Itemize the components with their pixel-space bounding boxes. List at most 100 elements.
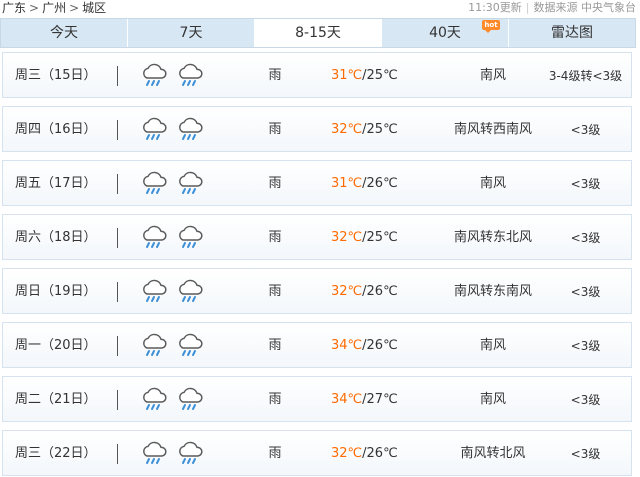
weather-condition: 雨 — [268, 338, 282, 353]
temperature: 32℃/26℃ — [331, 431, 398, 477]
low-temp: /25℃ — [362, 68, 398, 83]
rain-cloud-icon — [175, 386, 205, 412]
tab-label: 今天 — [50, 25, 78, 41]
wind-level: <3级 — [570, 123, 601, 137]
weather-condition: 雨 — [268, 446, 282, 461]
weather-icons — [139, 170, 205, 196]
rain-cloud-icon — [175, 170, 205, 196]
rain-cloud-icon — [139, 224, 169, 250]
breadcrumb-province[interactable]: 广东 — [2, 1, 26, 15]
divider — [117, 444, 118, 464]
rain-cloud-icon — [139, 332, 169, 358]
tab-label: 8-15天 — [295, 25, 341, 41]
meta-divider: | — [525, 1, 530, 14]
data-source: 数据来源 中央气象台 — [533, 1, 637, 14]
wind-level: 3-4级转<3级 — [548, 69, 623, 83]
weather-condition: 雨 — [268, 176, 282, 191]
forecast-day: 周一（20日） — [15, 338, 97, 353]
divider — [117, 174, 118, 194]
breadcrumb-district[interactable]: 城区 — [82, 1, 106, 15]
weather-icons — [139, 224, 205, 250]
weather-icons — [139, 278, 205, 304]
low-temp: /26℃ — [362, 338, 398, 353]
rain-cloud-icon — [175, 116, 205, 142]
top-bar: 广东 > 广州 > 城区 11:30更新 | 数据来源 中央气象台 — [0, 0, 640, 16]
wind-level: <3级 — [570, 393, 601, 407]
low-temp: /25℃ — [362, 230, 398, 245]
high-temp: 32℃ — [331, 284, 363, 299]
weather-icons — [139, 386, 205, 412]
weather-condition: 雨 — [268, 122, 282, 137]
high-temp: 34℃ — [331, 338, 363, 353]
high-temp: 32℃ — [331, 446, 363, 461]
rain-cloud-icon — [175, 62, 205, 88]
forecast-tabs: 今天 7天 8-15天 40天 hot 雷达图 — [0, 18, 636, 48]
divider — [117, 336, 118, 356]
rain-cloud-icon — [139, 440, 169, 466]
low-temp: /26℃ — [362, 284, 398, 299]
rain-cloud-icon — [175, 224, 205, 250]
forecast-row: 周二（21日） 雨 34℃/27℃ 南风 <3级 — [2, 376, 632, 422]
weather-icons — [139, 440, 205, 466]
forecast-day: 周四（16日） — [15, 122, 97, 137]
weather-condition: 雨 — [268, 230, 282, 245]
high-temp: 32℃ — [331, 230, 363, 245]
rain-cloud-icon — [139, 170, 169, 196]
forecast-row: 周四（16日） 雨 32℃/25℃ 南风转西南风 <3级 — [2, 106, 632, 152]
breadcrumb-city[interactable]: 广州 — [42, 1, 66, 15]
tab-today[interactable]: 今天 — [1, 19, 128, 47]
divider — [117, 282, 118, 302]
tab-label: 雷达图 — [551, 25, 593, 41]
weather-condition: 雨 — [268, 68, 282, 83]
tab-label: 40天 — [429, 25, 461, 41]
tab-8-15-days[interactable]: 8-15天 — [255, 19, 382, 47]
low-temp: /25℃ — [362, 122, 398, 137]
rain-cloud-icon — [175, 332, 205, 358]
temperature: 32℃/25℃ — [331, 215, 398, 261]
wind-level: <3级 — [570, 231, 601, 245]
weather-condition: 雨 — [268, 392, 282, 407]
forecast-row: 周五（17日） 雨 31℃/26℃ 南风 <3级 — [2, 160, 632, 206]
divider — [117, 120, 118, 140]
forecast-day: 周六（18日） — [15, 230, 97, 245]
forecast-row: 周三（22日） 雨 32℃/26℃ 南风转北风 <3级 — [2, 430, 632, 476]
rain-cloud-icon — [139, 62, 169, 88]
weather-icons — [139, 62, 205, 88]
forecast-day: 周三（22日） — [15, 446, 97, 461]
tab-40-days[interactable]: 40天 hot — [382, 19, 509, 47]
forecast-row: 周三（15日） 雨 31℃/25℃ 南风 3-4级转<3级 — [2, 52, 632, 98]
forecast-row: 周日（19日） 雨 32℃/26℃ 南风转东南风 <3级 — [2, 268, 632, 314]
wind-level: <3级 — [570, 285, 601, 299]
update-meta: 11:30更新 | 数据来源 中央气象台 — [468, 0, 636, 16]
temperature: 32℃/25℃ — [331, 107, 398, 153]
weather-icons — [139, 332, 205, 358]
low-temp: /26℃ — [362, 446, 398, 461]
forecast-day: 周日（19日） — [15, 284, 97, 299]
divider — [117, 66, 118, 86]
breadcrumb-separator: > — [69, 1, 80, 15]
wind-level: <3级 — [570, 339, 601, 353]
forecast-day: 周五（17日） — [15, 176, 97, 191]
update-time: 11:30更新 — [468, 1, 522, 14]
rain-cloud-icon — [139, 386, 169, 412]
high-temp: 34℃ — [331, 392, 363, 407]
forecast-day: 周二（21日） — [15, 392, 97, 407]
tab-label: 7天 — [179, 25, 203, 41]
divider — [117, 228, 118, 248]
rain-cloud-icon — [139, 116, 169, 142]
temperature: 34℃/26℃ — [331, 323, 398, 369]
forecast-row: 周六（18日） 雨 32℃/25℃ 南风转东北风 <3级 — [2, 214, 632, 260]
wind-level: <3级 — [570, 177, 601, 191]
temperature: 32℃/26℃ — [331, 269, 398, 315]
high-temp: 31℃ — [331, 176, 363, 191]
temperature: 31℃/25℃ — [331, 53, 398, 99]
breadcrumb: 广东 > 广州 > 城区 — [2, 0, 106, 16]
tab-7-days[interactable]: 7天 — [128, 19, 255, 47]
tab-radar[interactable]: 雷达图 — [509, 19, 635, 47]
temperature: 34℃/27℃ — [331, 377, 398, 423]
temperature: 31℃/26℃ — [331, 161, 398, 207]
rain-cloud-icon — [175, 440, 205, 466]
breadcrumb-separator: > — [29, 1, 40, 15]
high-temp: 31℃ — [331, 68, 363, 83]
low-temp: /27℃ — [362, 392, 398, 407]
